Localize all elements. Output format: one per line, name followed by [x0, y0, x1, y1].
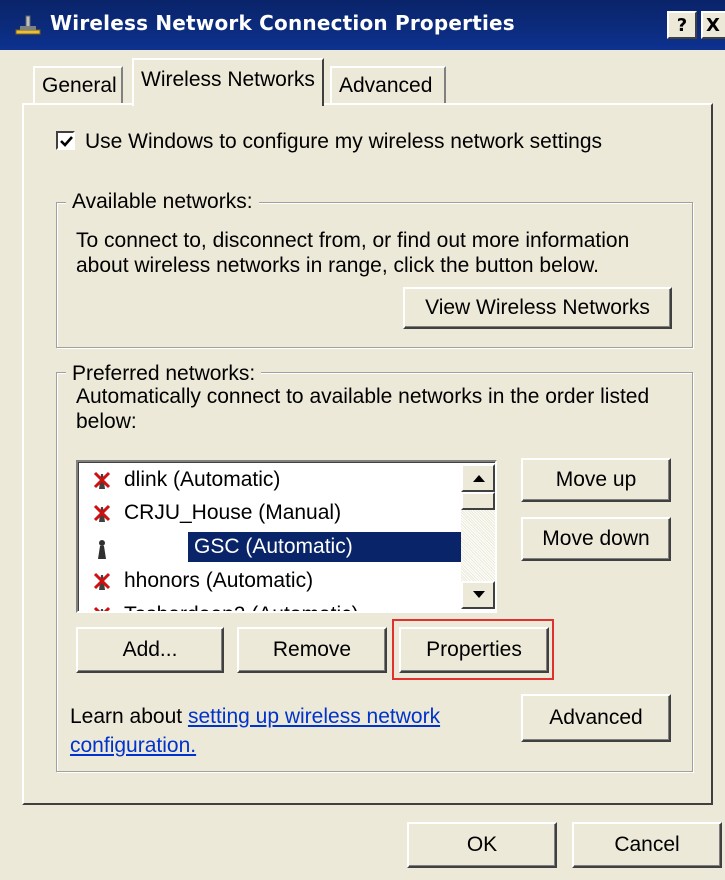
scroll-thumb[interactable]	[461, 492, 495, 510]
list-item-toshardeep2[interactable]: Toshardeep2 (Automatic)	[84, 600, 464, 611]
preferred-networks-list[interactable]: dlink (Automatic) CRJU_House (Manual) GS…	[76, 460, 497, 613]
network-label: CRJU_House (Manual)	[124, 501, 342, 524]
learn-about-text: Learn about setting up wireless network …	[70, 702, 490, 760]
window-title: Wireless Network Connection Properties	[50, 11, 515, 35]
scroll-down-button[interactable]	[461, 581, 495, 609]
move-down-button[interactable]: Move down	[521, 517, 671, 561]
use-windows-label: Use Windows to configure my wireless net…	[85, 130, 603, 153]
wireless-network-error-icon	[92, 571, 112, 601]
network-connection-icon	[14, 14, 42, 38]
help-button[interactable]: ?	[667, 11, 697, 39]
wireless-network-error-icon	[92, 605, 112, 611]
view-wireless-networks-button[interactable]: View Wireless Networks	[403, 287, 672, 329]
tab-advanced[interactable]: Advanced	[330, 66, 446, 104]
preferred-networks-legend: Preferred networks:	[66, 362, 262, 386]
network-label: hhonors (Automatic)	[124, 569, 314, 592]
wireless-network-error-icon	[92, 470, 112, 500]
move-up-button[interactable]: Move up	[521, 458, 671, 502]
properties-button[interactable]: Properties	[399, 627, 549, 673]
title-bar: Wireless Network Connection Properties ?…	[0, 0, 725, 50]
scroll-up-button[interactable]	[461, 464, 495, 492]
arrow-up-icon	[473, 475, 485, 482]
add-button[interactable]: Add...	[76, 627, 224, 673]
list-item-gsc[interactable]: GSC (Automatic)	[188, 532, 464, 562]
list-item-hhonors[interactable]: hhonors (Automatic)	[84, 566, 464, 596]
network-label: Toshardeep2 (Automatic)	[124, 603, 359, 611]
close-button[interactable]: X	[701, 11, 725, 39]
use-windows-checkbox[interactable]	[56, 131, 75, 150]
wireless-network-error-icon	[92, 503, 112, 533]
network-label: GSC (Automatic)	[194, 535, 353, 558]
list-item-crju-house[interactable]: CRJU_House (Manual)	[84, 498, 464, 528]
preferred-networks-description: Automatically connect to available netwo…	[76, 385, 650, 433]
cancel-button[interactable]: Cancel	[572, 822, 722, 868]
advanced-button[interactable]: Advanced	[521, 694, 671, 742]
available-networks-description: To connect to, disconnect from, or find …	[76, 229, 630, 277]
list-item-dlink[interactable]: dlink (Automatic)	[84, 465, 464, 495]
available-networks-legend: Available networks:	[66, 190, 259, 214]
remove-button[interactable]: Remove	[237, 627, 387, 673]
list-scrollbar[interactable]	[461, 464, 495, 609]
use-windows-checkbox-row[interactable]: Use Windows to configure my wireless net…	[56, 130, 602, 154]
ok-button[interactable]: OK	[407, 822, 557, 868]
learn-about-prefix: Learn about	[70, 705, 183, 728]
arrow-down-icon	[473, 591, 485, 598]
network-label: dlink (Automatic)	[124, 468, 281, 491]
tab-wireless-networks[interactable]: Wireless Networks	[132, 58, 324, 106]
tab-general[interactable]: General	[33, 66, 123, 104]
wireless-network-icon	[92, 539, 112, 567]
